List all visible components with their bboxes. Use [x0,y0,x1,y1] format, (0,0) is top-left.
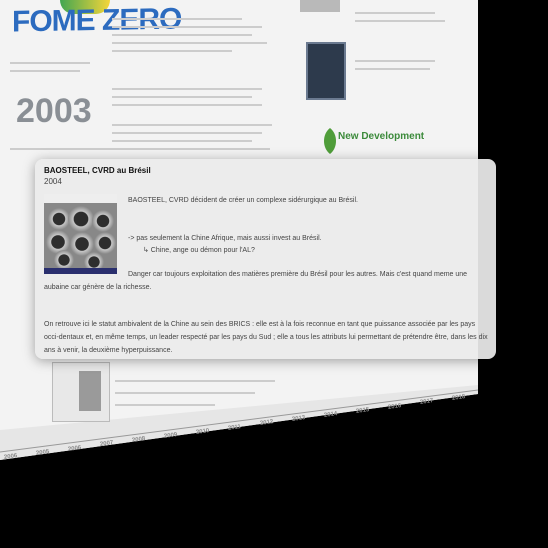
popup-line-4: Danger car toujours exploitation des mat… [44,271,468,291]
text-line [115,380,275,382]
popup-line-3: ↳ Chine, ange ou démon pour l'AL? [143,247,255,254]
text-line [112,26,262,28]
text-line [10,70,80,72]
text-line [112,140,252,142]
text-line [10,148,270,150]
timeline-tick-label: 2006 [67,444,82,453]
ndb-leaf-icon [324,128,336,154]
text-line [112,50,232,52]
year-2003: 2003 [16,92,92,130]
event-detail-popup[interactable]: BAOSTEEL, CVRD au Brésil 2004 BAOSTEEL, … [35,159,496,359]
text-line [355,68,430,70]
thumbnail [300,0,340,12]
new-development-logo: New Development [338,131,425,142]
text-line [112,96,252,98]
thumbnail-dark [306,42,346,100]
text-line [112,34,252,36]
text-line [355,60,435,62]
text-line [115,404,215,406]
timeline-tick-label: 2016 [387,402,402,411]
text-line [355,12,435,14]
popup-line-1: BAOSTEEL, CVRD décident de créer un comp… [128,197,358,204]
text-line [10,62,90,64]
text-line [112,132,262,134]
text-line [112,18,242,20]
timeline-tick-label: 2011 [227,423,242,432]
small-card [52,362,110,422]
popup-year: 2004 [44,177,62,186]
text-line [112,124,272,126]
text-line [112,88,262,90]
popup-title: BAOSTEEL, CVRD au Brésil [44,166,151,175]
text-line [112,104,262,106]
steel-pipes-photo [44,194,117,274]
text-line [115,392,255,394]
text-line [355,20,445,22]
popup-paragraph: On retrouve ici le statut ambivalent de … [44,321,488,354]
text-line [112,42,267,44]
